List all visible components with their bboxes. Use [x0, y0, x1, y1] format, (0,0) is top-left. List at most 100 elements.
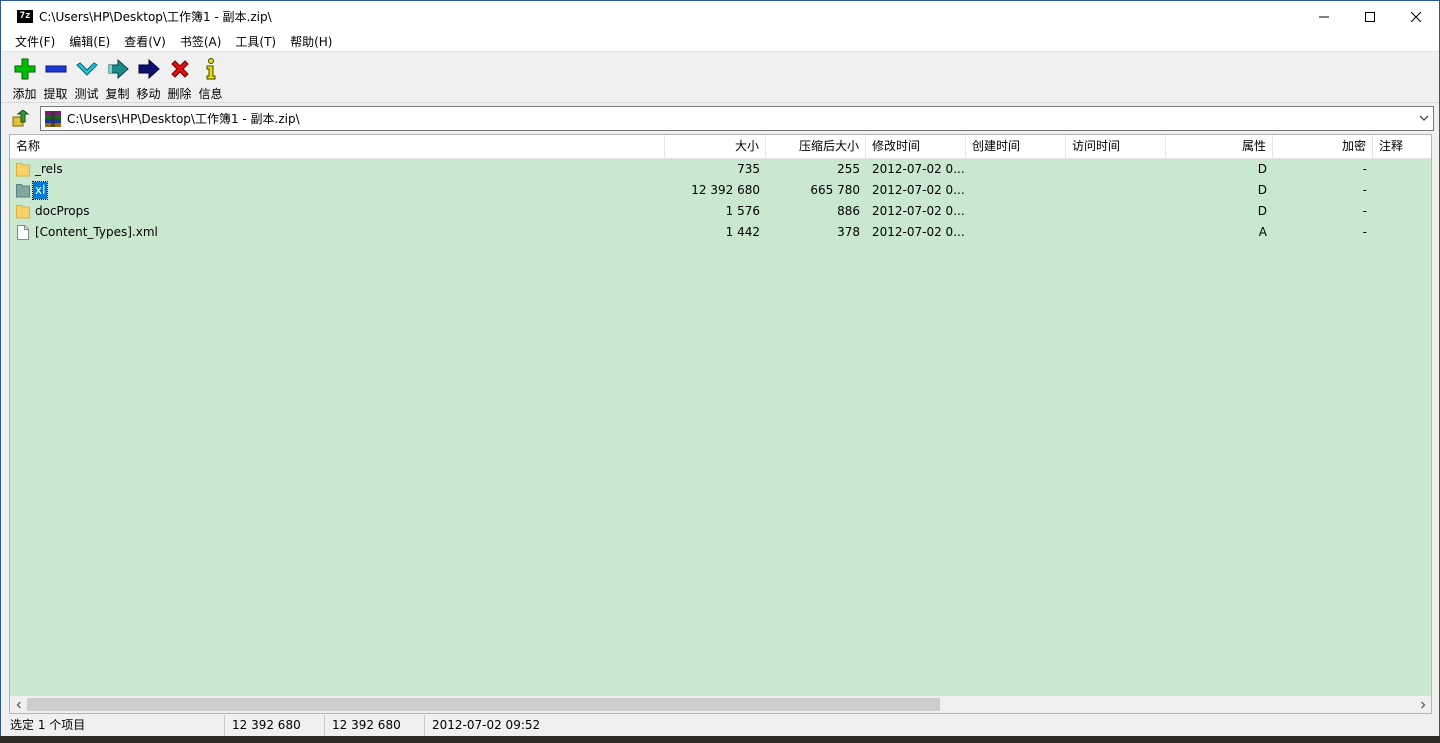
info-label: 信息 — [198, 87, 223, 101]
column-encrypted[interactable]: 加密 — [1273, 135, 1373, 159]
cell-comment — [1373, 180, 1431, 201]
window-controls — [1301, 1, 1439, 32]
cell-name: _rels — [10, 159, 665, 180]
cell-size: 735 — [737, 162, 760, 176]
menu-bookmarks[interactable]: 书签(A) — [173, 33, 229, 51]
minimize-icon — [1319, 16, 1329, 17]
folder-icon — [16, 205, 30, 219]
cell-packed-size: 255 — [837, 162, 860, 176]
cell-created — [966, 180, 1066, 201]
column-name[interactable]: 名称 — [10, 135, 665, 159]
horizontal-scrollbar[interactable] — [10, 696, 1431, 713]
menu-tools[interactable]: 工具(T) — [228, 33, 283, 51]
status-size: 12 392 680 — [225, 715, 325, 736]
cell-accessed — [1066, 201, 1166, 222]
column-comment[interactable]: 注释 — [1373, 135, 1431, 159]
cell-attributes: D — [1257, 162, 1267, 176]
status-packed: 12 392 680 — [325, 715, 425, 736]
title-bar[interactable]: 7z C:\Users\HP\Desktop\工作簿1 - 副本.zip\ — [1, 1, 1439, 32]
cell-attributes: D — [1257, 204, 1267, 218]
column-attributes[interactable]: 属性 — [1166, 135, 1273, 159]
folder-icon — [16, 163, 30, 177]
cell-attributes: D — [1257, 183, 1267, 197]
scroll-right-button[interactable] — [1414, 696, 1431, 713]
zip-archive-icon — [45, 110, 61, 127]
desktop-wallpaper-strip — [0, 736, 1440, 743]
cell-size: 1 576 — [725, 204, 760, 218]
menu-bar: 文件(F) 编辑(E) 查看(V) 书签(A) 工具(T) 帮助(H) — [1, 32, 1439, 52]
chevron-left-icon — [16, 701, 21, 708]
column-created[interactable]: 创建时间 — [966, 135, 1066, 159]
column-packed-size[interactable]: 压缩后大小 — [766, 135, 866, 159]
cell-encrypted: - — [1362, 162, 1367, 176]
test-button[interactable]: 测试 — [71, 53, 102, 102]
column-header: 名称 大小 压缩后大小 修改时间 创建时间 访问时间 属性 加密 注释 — [10, 135, 1431, 159]
close-icon — [1411, 11, 1421, 22]
file-row[interactable]: docProps 1 576 886 2012-07-02 0... D - — [10, 201, 1431, 222]
cell-comment — [1373, 159, 1431, 180]
up-folder-button[interactable] — [9, 107, 33, 131]
file-row[interactable]: _rels 735 255 2012-07-02 0... D - — [10, 159, 1431, 180]
delete-label: 删除 — [167, 87, 192, 101]
cell-attributes: A — [1258, 225, 1267, 239]
chevron-down-icon[interactable] — [1418, 112, 1430, 124]
column-size[interactable]: 大小 — [665, 135, 766, 159]
cell-accessed — [1066, 180, 1166, 201]
scroll-left-button[interactable] — [10, 696, 27, 713]
file-rows: _rels 735 255 2012-07-02 0... D - xl 12 392 680… — [10, 159, 1431, 243]
cell-created — [966, 159, 1066, 180]
cell-modified: 2012-07-02 0... — [872, 162, 965, 176]
menu-help[interactable]: 帮助(H) — [283, 33, 339, 51]
cell-created — [966, 201, 1066, 222]
cell-packed-size: 378 — [837, 225, 860, 239]
column-modified[interactable]: 修改时间 — [866, 135, 966, 159]
cell-created — [966, 222, 1066, 243]
file-icon — [17, 225, 29, 240]
plus-icon — [14, 58, 35, 80]
archive-window: 7z C:\Users\HP\Desktop\工作簿1 - 副本.zip\ 文件… — [0, 0, 1440, 743]
minus-icon — [45, 65, 66, 73]
path-text: C:\Users\HP\Desktop\工作簿1 - 副本.zip\ — [67, 112, 300, 126]
cell-name: [Content_Types].xml — [10, 222, 665, 243]
menu-edit[interactable]: 编辑(E) — [62, 33, 117, 51]
maximize-button[interactable] — [1347, 1, 1393, 32]
info-button[interactable]: 信息 — [195, 53, 226, 102]
move-label: 移动 — [136, 87, 161, 101]
copy-button[interactable]: 复制 — [102, 53, 133, 102]
cell-modified: 2012-07-02 0... — [872, 183, 965, 197]
add-button[interactable]: 添加 — [9, 53, 40, 102]
status-modified: 2012-07-02 09:52 — [432, 718, 541, 732]
cell-name: xl — [10, 180, 665, 201]
cell-packed-size: 886 — [837, 204, 860, 218]
cell-accessed — [1066, 222, 1166, 243]
cell-comment — [1373, 201, 1431, 222]
status-bar: 选定 1 个项目 12 392 680 12 392 680 2012-07-0… — [1, 715, 1439, 737]
scroll-thumb[interactable] — [27, 698, 940, 711]
file-list[interactable]: 名称 大小 压缩后大小 修改时间 创建时间 访问时间 属性 加密 注释 _rel… — [9, 134, 1432, 714]
file-name: docProps — [35, 204, 90, 218]
delete-x-icon — [170, 60, 189, 78]
file-row[interactable]: xl 12 392 680 665 780 2012-07-02 0... D - — [10, 180, 1431, 201]
file-name: [Content_Types].xml — [35, 225, 158, 239]
cell-encrypted: - — [1362, 204, 1367, 218]
close-button[interactable] — [1393, 1, 1439, 32]
menu-file[interactable]: 文件(F) — [8, 33, 62, 51]
7zip-app-icon: 7z — [17, 10, 33, 23]
minimize-button[interactable] — [1301, 1, 1347, 32]
menu-view[interactable]: 查看(V) — [117, 33, 173, 51]
extract-button[interactable]: 提取 — [40, 53, 71, 102]
extract-label: 提取 — [43, 87, 68, 101]
folder-icon — [16, 184, 30, 198]
cell-packed-size: 665 780 — [810, 183, 860, 197]
column-accessed[interactable]: 访问时间 — [1066, 135, 1166, 159]
delete-button[interactable]: 删除 — [164, 53, 195, 102]
maximize-icon — [1365, 11, 1375, 22]
cell-encrypted: - — [1362, 225, 1367, 239]
file-name: xl — [31, 181, 49, 200]
path-combobox[interactable]: C:\Users\HP\Desktop\工作簿1 - 副本.zip\ — [40, 106, 1434, 131]
move-button[interactable]: 移动 — [133, 53, 164, 102]
file-row[interactable]: [Content_Types].xml 1 442 378 2012-07-02 0.… — [10, 222, 1431, 243]
check-icon — [75, 62, 98, 76]
cell-modified: 2012-07-02 0... — [872, 204, 965, 218]
add-label: 添加 — [12, 87, 37, 101]
